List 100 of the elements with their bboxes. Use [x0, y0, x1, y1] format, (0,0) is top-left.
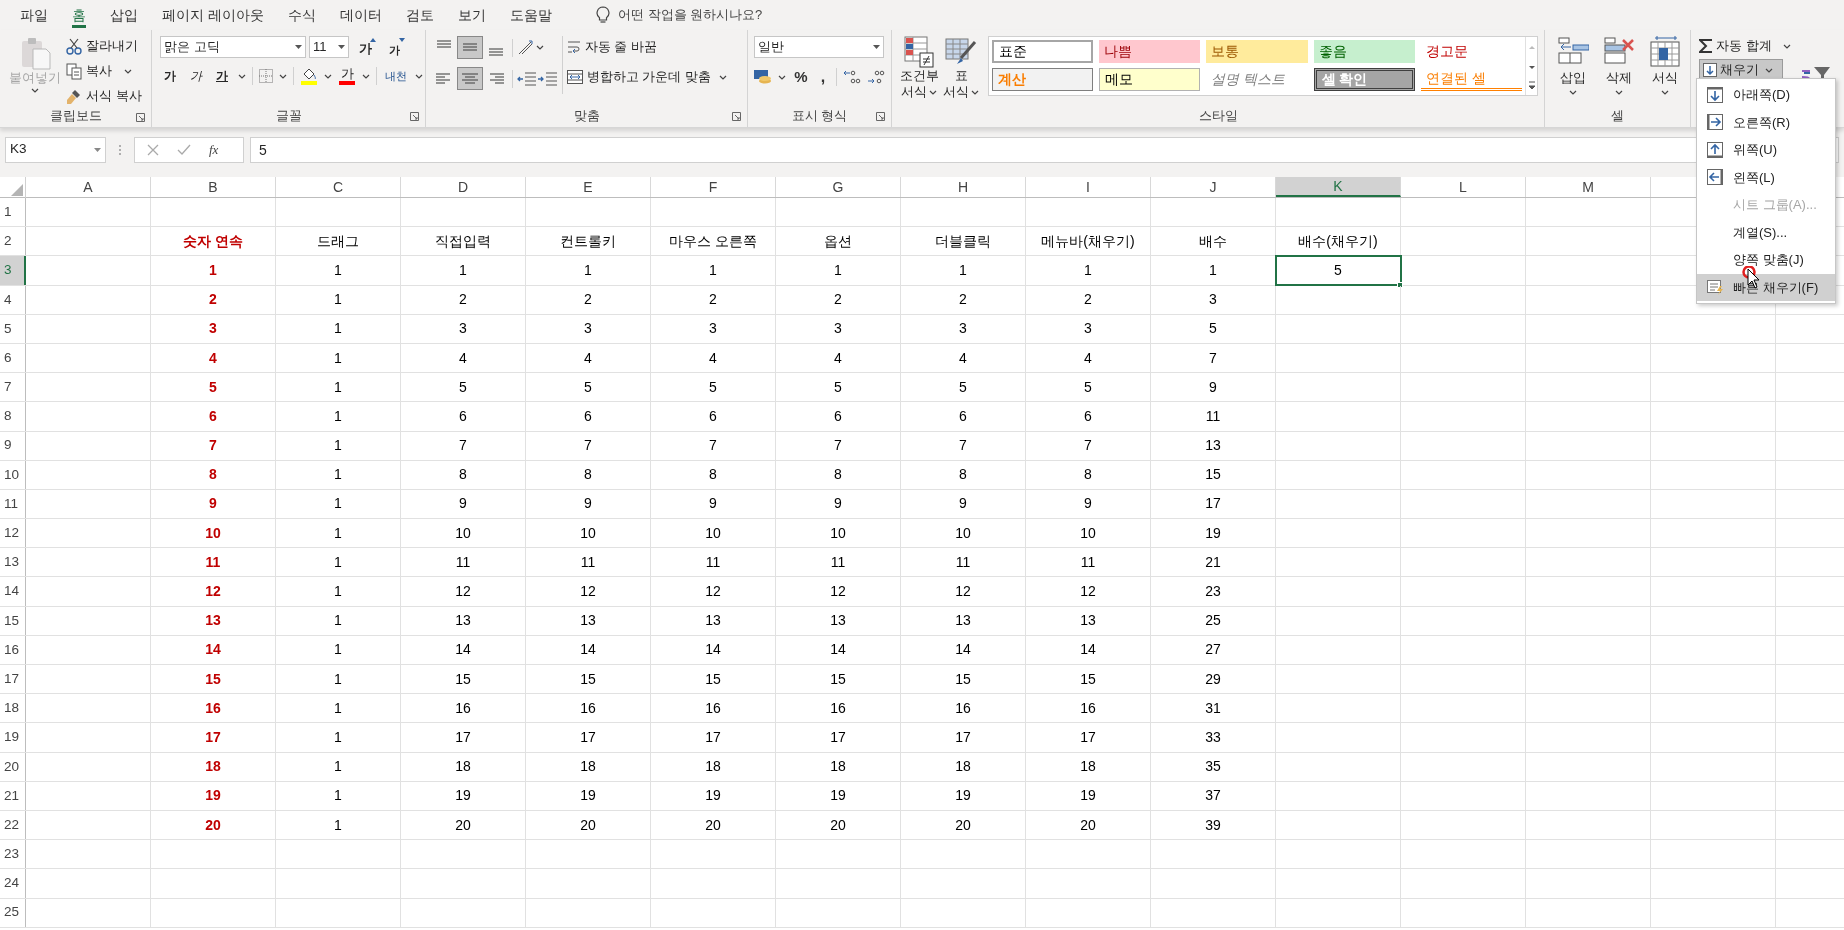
ribbon-tab[interactable]: 보기 — [447, 0, 496, 30]
ribbon-tab[interactable]: 삽입 — [100, 0, 148, 30]
column-header[interactable]: C — [276, 177, 401, 197]
row-header[interactable]: 20 — [0, 752, 26, 781]
menu-item[interactable]: 위쪽(U) — [1697, 136, 1835, 164]
decrease-decimal-icon[interactable] — [867, 69, 885, 86]
format-painter-button[interactable]: 서식 복사 — [66, 86, 142, 106]
row-header[interactable]: 23 — [0, 840, 26, 869]
shrink-font-button[interactable]: 가 — [381, 36, 407, 58]
caret-icon[interactable] — [1569, 90, 1577, 95]
caret-icon[interactable] — [415, 73, 423, 79]
row-header[interactable]: 17 — [0, 665, 26, 694]
autosum-button[interactable]: 자동 합계 — [1699, 36, 1791, 56]
active-cell[interactable]: 5 — [1276, 256, 1401, 285]
cell-style-option[interactable]: 보통 — [1206, 40, 1308, 63]
dialog-launcher-icon[interactable] — [876, 112, 885, 121]
row-header[interactable]: 18 — [0, 694, 26, 723]
row-header[interactable]: 15 — [0, 606, 26, 635]
ribbon-tab[interactable]: 홈 — [62, 0, 96, 30]
cell-style-option[interactable]: 메모 — [1099, 68, 1201, 91]
row-header[interactable]: 8 — [0, 402, 26, 431]
font-color-button[interactable]: 가 — [338, 67, 356, 85]
tell-me-field[interactable]: 어떤 작업을 원하시나요? — [617, 5, 818, 25]
increase-decimal-icon[interactable] — [843, 69, 861, 86]
caret-icon[interactable] — [124, 68, 132, 74]
caret-icon[interactable] — [324, 73, 332, 79]
comma-button[interactable]: , — [816, 72, 830, 83]
delete-cells-button[interactable]: 삭제 — [1597, 36, 1641, 105]
row-header[interactable]: 6 — [0, 343, 26, 373]
row-header[interactable]: 12 — [0, 519, 26, 548]
wrap-text-button[interactable]: 자동 줄 바꿈 — [567, 36, 727, 58]
name-box[interactable]: K3 — [5, 136, 106, 163]
ribbon-tab[interactable]: 페이지 레이아웃 — [152, 0, 274, 30]
column-header[interactable]: E — [526, 177, 651, 197]
menu-item[interactable]: 아래쪽(D) — [1697, 81, 1835, 109]
fill-button[interactable]: 채우기 — [1699, 59, 1783, 81]
percent-button[interactable]: % — [792, 66, 810, 89]
caret-icon[interactable] — [971, 89, 979, 95]
caret-icon[interactable] — [1765, 67, 1773, 73]
column-header[interactable]: B — [151, 177, 276, 197]
menu-item[interactable]: 왼쪽(L) — [1697, 163, 1835, 191]
menu-item[interactable]: 오른쪽(R) — [1697, 108, 1835, 136]
column-header[interactable]: K — [1276, 177, 1401, 197]
ribbon-tab[interactable]: 도움말 — [499, 0, 562, 30]
grow-font-button[interactable]: 가 — [352, 36, 378, 58]
ribbon-tab[interactable]: 검토 — [395, 0, 444, 30]
cell-style-option[interactable]: 나쁨 — [1099, 40, 1201, 63]
row-header[interactable]: 24 — [0, 869, 26, 898]
row-header[interactable]: 2 — [0, 227, 26, 256]
column-header[interactable]: L — [1401, 177, 1526, 197]
row-header[interactable]: 9 — [0, 431, 26, 460]
column-header[interactable]: D — [401, 177, 526, 197]
row-header[interactable]: 5 — [0, 314, 26, 343]
row-header[interactable]: 11 — [0, 489, 26, 519]
ribbon-tab[interactable]: 수식 — [277, 0, 326, 30]
cell-style-option[interactable]: 좋음 — [1313, 40, 1415, 63]
caret-icon[interactable] — [238, 73, 246, 79]
column-header[interactable]: A — [26, 177, 151, 197]
font-name-field[interactable]: 맑은 고딕 — [160, 36, 306, 58]
ribbon-tab[interactable]: 데이터 — [329, 0, 392, 30]
enter-checkmark-icon[interactable] — [177, 143, 191, 156]
caret-icon[interactable] — [718, 74, 727, 80]
row-header[interactable]: 19 — [0, 723, 26, 752]
row-header[interactable]: 14 — [0, 577, 26, 606]
caret-icon[interactable] — [1782, 43, 1791, 49]
dialog-launcher-icon[interactable] — [732, 112, 741, 121]
format-as-table-button[interactable]: 표 서식 — [940, 36, 982, 105]
row-header[interactable]: 7 — [0, 373, 26, 402]
column-header[interactable]: H — [901, 177, 1026, 197]
dialog-launcher-icon[interactable] — [136, 113, 145, 122]
caret-icon[interactable] — [362, 73, 370, 79]
cut-button[interactable]: 잘라내기 — [66, 36, 142, 56]
row-header[interactable]: 4 — [0, 285, 26, 314]
menu-item[interactable]: 계열(S)... — [1697, 218, 1835, 246]
decrease-indent-icon[interactable] — [517, 70, 537, 87]
row-header[interactable]: 22 — [0, 810, 26, 840]
underline-button[interactable]: 가 — [212, 66, 232, 86]
number-format-field[interactable]: 일반 — [754, 36, 884, 58]
cell-style-option[interactable]: 표준 — [992, 40, 1094, 63]
column-header[interactable]: M — [1526, 177, 1651, 197]
dialog-launcher-icon[interactable] — [410, 112, 419, 121]
font-size-field[interactable]: 11 — [309, 36, 349, 58]
row-header[interactable]: 13 — [0, 548, 26, 577]
italic-button[interactable]: 가 — [186, 66, 206, 86]
ribbon-tab[interactable]: 파일 — [10, 0, 58, 30]
row-header[interactable]: 16 — [0, 635, 26, 664]
currency-icon[interactable] — [754, 69, 772, 86]
orientation-icon[interactable] — [517, 39, 535, 56]
row-header[interactable]: 25 — [0, 898, 26, 927]
column-header[interactable]: I — [1026, 177, 1151, 197]
caret-icon[interactable] — [1661, 90, 1669, 95]
copy-button[interactable]: 복사 — [66, 61, 142, 81]
row-header[interactable]: 1 — [0, 198, 26, 227]
format-cells-button[interactable]: 서식 — [1643, 36, 1687, 105]
caret-icon[interactable] — [1615, 90, 1623, 95]
fill-handle[interactable] — [1397, 281, 1403, 288]
column-header[interactable]: G — [776, 177, 901, 197]
row-header[interactable]: 10 — [0, 460, 26, 489]
caret-icon[interactable] — [536, 45, 544, 50]
increase-indent-icon[interactable] — [538, 70, 558, 87]
